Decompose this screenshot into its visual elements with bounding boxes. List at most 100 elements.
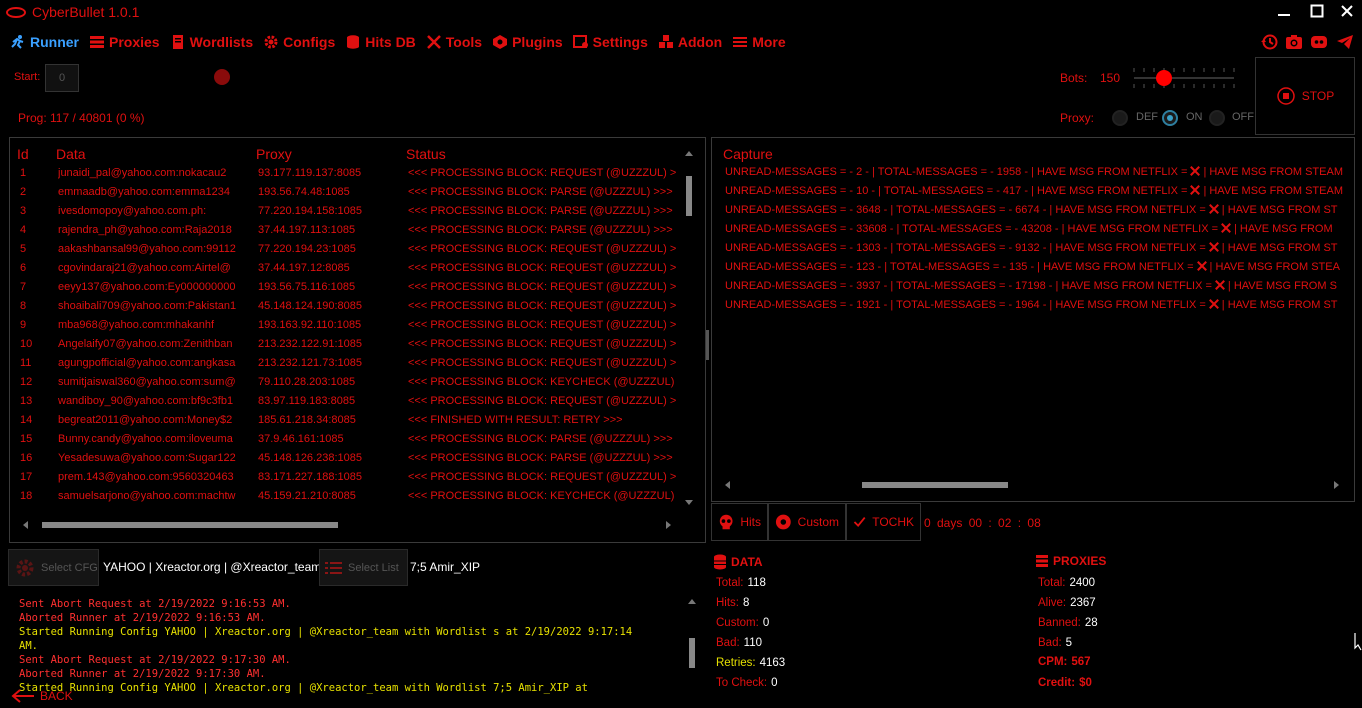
table-row[interactable]: 17 prem.143@yahoo.com:9560320463 83.171.22… [10, 468, 690, 487]
nav-tools[interactable]: Tools [426, 30, 482, 54]
grid-header-data[interactable]: Data [56, 146, 86, 162]
list-item[interactable]: UNREAD-MESSAGES = - 2 - | TOTAL-MESSAGES… [725, 166, 1353, 178]
telegram-icon[interactable] [1336, 33, 1354, 51]
cell-status: <<< PROCESSING BLOCK: REQUEST (@UZZZUL) … [408, 167, 676, 179]
data-bad: Bad: 110 [716, 637, 763, 649]
nav-hits-db[interactable]: Hits DB [345, 30, 416, 54]
table-row[interactable]: 12 sumitjaiswal360@yahoo.com:sum@ 79.110.2… [10, 373, 690, 392]
log-console[interactable]: Sent Abort Request at 2/19/2022 9:16:53 … [10, 586, 700, 708]
scroll-right-icon [666, 521, 671, 529]
cell-status: <<< PROCESSING BLOCK: REQUEST (@UZZZUL) … [408, 357, 676, 369]
cell-status: <<< PROCESSING BLOCK: REQUEST (@UZZZUL) … [408, 319, 676, 331]
history-icon[interactable] [1260, 33, 1278, 51]
grid-header-proxy[interactable]: Proxy [256, 146, 292, 162]
cell-id: 9 [20, 319, 27, 331]
start-input[interactable]: 0 [45, 64, 79, 92]
list-item[interactable]: UNREAD-MESSAGES = - 33608 - | TOTAL-MESS… [725, 223, 1353, 235]
runner-grid[interactable]: Id Data Proxy Status 1 junaidi_pal@yahoo.… [9, 137, 706, 543]
cell-status: <<< PROCESSING BLOCK: REQUEST (@UZZZUL) … [408, 471, 676, 483]
capture-text: UNREAD-MESSAGES = - 2 - | TOTAL-MESSAGES… [725, 166, 1188, 178]
cell-id: 10 [20, 338, 33, 350]
capture-text: UNREAD-MESSAGES = - 1921 - | TOTAL-MESSA… [725, 299, 1206, 311]
cell-status: <<< PROCESSING BLOCK: PARSE (@UZZZUL) >>… [408, 205, 673, 217]
list-item[interactable]: UNREAD-MESSAGES = - 3937 - | TOTAL-MESSA… [725, 280, 1353, 292]
table-row[interactable]: 8 shoaibali709@yahoo.com:Pakistan1 45.148.… [10, 297, 690, 316]
cross-icon [1215, 280, 1225, 290]
cell-status: <<< PROCESSING BLOCK: REQUEST (@UZZZUL) … [408, 281, 676, 293]
grid-horizontal-scrollbar[interactable] [20, 518, 680, 532]
scroll-down-icon [685, 500, 693, 505]
splitter-handle[interactable] [706, 330, 709, 360]
stop-button[interactable]: STOP [1255, 57, 1355, 135]
list-item[interactable]: UNREAD-MESSAGES = - 3648 - | TOTAL-MESSA… [725, 204, 1353, 216]
list-item[interactable]: UNREAD-MESSAGES = - 123 - | TOTAL-MESSAG… [725, 261, 1353, 273]
nav-settings[interactable]: Settings [572, 30, 648, 54]
nav-wordlists[interactable]: Wordlists [170, 30, 253, 54]
camera-icon[interactable] [1285, 33, 1303, 51]
cell-id: 8 [20, 300, 27, 312]
log-line: AM. [19, 640, 38, 652]
proxy-on-radio[interactable] [1162, 110, 1178, 126]
nav-proxies[interactable]: Proxies [89, 30, 160, 54]
list-item[interactable]: UNREAD-MESSAGES = - 10 - | TOTAL-MESSAGE… [725, 185, 1353, 197]
nav-addon[interactable]: Addon [658, 30, 722, 54]
cell-proxy: 83.97.119.183:8085 [258, 395, 356, 407]
proxy-off-radio[interactable] [1209, 110, 1225, 126]
list-item[interactable]: UNREAD-MESSAGES = - 1921 - | TOTAL-MESSA… [725, 299, 1353, 311]
discord-icon[interactable] [1310, 33, 1328, 51]
back-button[interactable]: BACK [10, 684, 74, 708]
capture-panel[interactable]: Capture UNREAD-MESSAGES = - 2 - | TOTAL-… [711, 137, 1355, 502]
table-row[interactable]: 7 eeyy137@yahoo.com:Ey000000000 193.56.75.… [10, 278, 690, 297]
scroll-up-icon [685, 151, 693, 156]
table-row[interactable]: 10 Angelaify07@yahoo.com:Zenithban 213.232… [10, 335, 690, 354]
gear-icon [264, 35, 278, 49]
list-item[interactable]: UNREAD-MESSAGES = - 1303 - | TOTAL-MESSA… [725, 242, 1353, 254]
cell-id: 12 [20, 376, 33, 388]
table-row[interactable]: 5 aakashbansal99@yahoo.com:99112 77.220.19… [10, 240, 690, 259]
nav-plugins[interactable]: Plugins [492, 30, 563, 54]
table-row[interactable]: 9 mba968@yahoo.com:mhakanhf 193.163.92.110… [10, 316, 690, 335]
capture-text: | HAVE MSG FROM [1234, 223, 1333, 235]
cross-icon [1190, 166, 1200, 176]
log-line: Sent Abort Request at 2/19/2022 9:16:53 … [19, 598, 291, 610]
grid-header-status[interactable]: Status [406, 146, 446, 162]
custom-tab[interactable]: Custom [768, 503, 846, 541]
nav-configs[interactable]: Configs [263, 30, 335, 54]
main-nav: Runner Proxies Wordlists Configs Hits DB… [10, 30, 796, 54]
table-row[interactable]: 18 samuelsarjono@yahoo.com:machtw 45.159.2… [10, 487, 690, 506]
nav-more[interactable]: More [732, 30, 786, 54]
table-row[interactable]: 13 wandiboy_90@yahoo.com:bf9c3fb1 83.97.11… [10, 392, 690, 411]
grid-header-id[interactable]: Id [17, 146, 29, 162]
nav-runner[interactable]: Runner [10, 30, 79, 54]
proxy-def-radio[interactable] [1112, 110, 1128, 126]
tochk-tab[interactable]: TOCHK [846, 503, 921, 541]
close-button[interactable] [1336, 4, 1358, 22]
capture-text: UNREAD-MESSAGES = - 3648 - | TOTAL-MESSA… [725, 204, 1206, 216]
cell-id: 4 [20, 224, 27, 236]
elapsed-timer: 0 days 00 : 02 : 08 [924, 516, 1041, 530]
table-row[interactable]: 6 cgovindaraj21@yahoo.com:Airtel@ 37.44.19… [10, 259, 690, 278]
cell-data: emmaadb@yahoo.com:emma1234 [58, 186, 230, 198]
table-row[interactable]: 16 Yesadesuwa@yahoo.com:Sugar122 45.148.12… [10, 449, 690, 468]
table-row[interactable]: 2 emmaadb@yahoo.com:emma1234 193.56.74.48:… [10, 183, 690, 202]
slider-thumb[interactable] [1156, 70, 1172, 86]
cross-icon [1209, 242, 1219, 252]
table-row[interactable]: 3 ivesdomopoy@yahoo.com.ph: 77.220.194.158… [10, 202, 690, 221]
bots-slider[interactable] [1130, 66, 1240, 90]
minimize-button[interactable] [1273, 4, 1295, 22]
capture-horizontal-scrollbar[interactable] [722, 478, 1342, 492]
select-cfg-button[interactable]: Select CFG [8, 549, 99, 586]
capture-header: Capture [723, 146, 773, 162]
table-row[interactable]: 4 rajendra_ph@yahoo.com:Raja2018 37.44.197… [10, 221, 690, 240]
grid-vertical-scrollbar[interactable] [683, 148, 695, 508]
table-row[interactable]: 11 agungpofficial@yahoo.com:angkasa 213.23… [10, 354, 690, 373]
table-row[interactable]: 1 junaidi_pal@yahoo.com:nokacau2 93.177.11… [10, 164, 690, 183]
cell-data: Bunny.candy@yahoo.com:iloveuma [58, 433, 233, 445]
table-row[interactable]: 14 begreat2011@yahoo.com:Money$2 185.61.21… [10, 411, 690, 430]
hits-tab[interactable]: Hits [711, 503, 768, 541]
select-list-button[interactable]: Select List [319, 549, 408, 586]
log-vertical-scrollbar[interactable] [686, 596, 698, 706]
maximize-button[interactable] [1306, 4, 1328, 22]
table-row[interactable]: 15 Bunny.candy@yahoo.com:iloveuma 37.9.46.… [10, 430, 690, 449]
cell-id: 6 [20, 262, 27, 274]
